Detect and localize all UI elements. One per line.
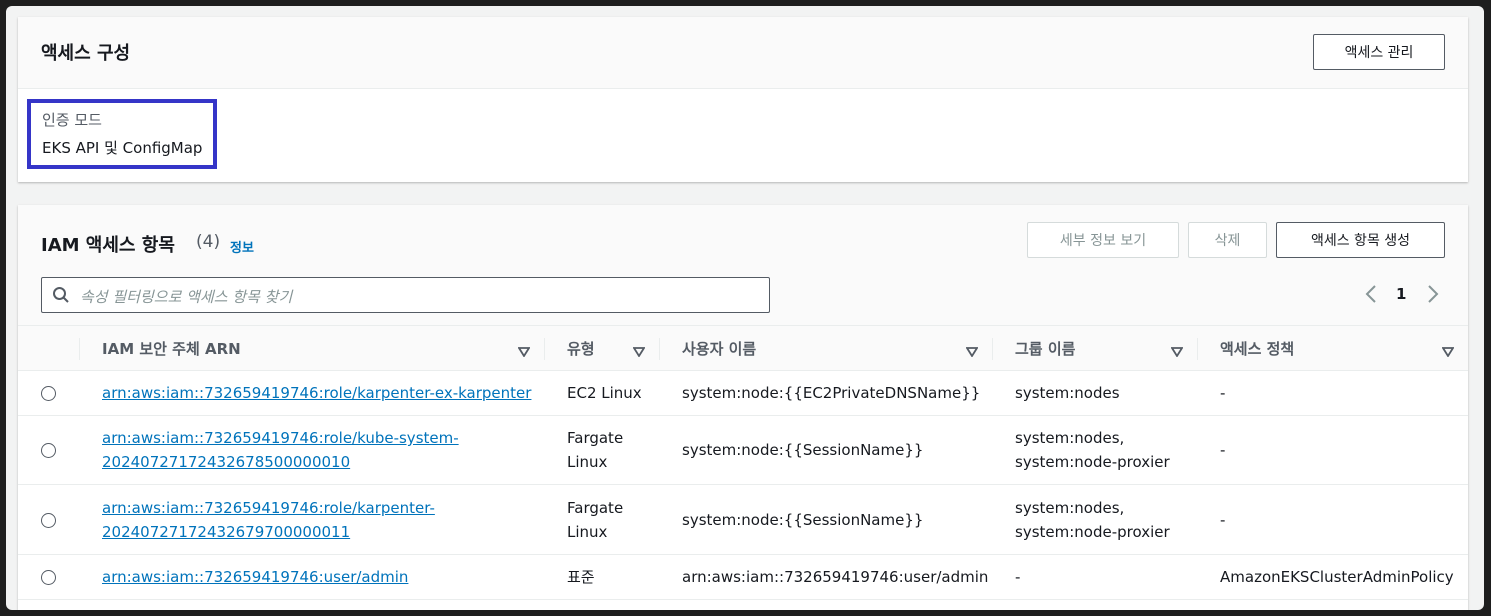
create-access-entry-button[interactable]: 액세스 항목 생성 [1276,222,1445,258]
type-cell: Fargate Linux [544,484,659,555]
type-cell: EC2 Linux [544,370,659,416]
iam-entries-title: IAM 액세스 항목 [41,235,175,256]
group-line1: system:nodes, [1015,498,1125,517]
group-line1: system:nodes, [1015,429,1125,447]
auth-mode-value: EKS API 및 ConfigMap [42,139,203,157]
type-line2: Linux [567,522,608,541]
username-cell: system:node:{{SessionName}} [659,484,992,555]
iam-entries-count: (4) [196,232,221,252]
select-column-header [18,325,79,371]
sort-icon[interactable] [1441,343,1455,361]
column-label: 그룹 이름 [1015,339,1076,358]
type-line1: Fargate [567,429,624,447]
search-icon [52,286,70,308]
policy-cell: - [1197,415,1468,485]
access-config-panel: 액세스 구성 액세스 관리 인증 모드 EKS API 및 ConfigMap [18,17,1468,182]
iam-entries-header: IAM 액세스 항목 (4) 정보 세부 정보 보기 삭제 액세스 항목 생성 … [18,205,1468,325]
type-line2: Linux [567,453,608,471]
sort-icon[interactable] [632,343,646,361]
view-details-button[interactable]: 세부 정보 보기 [1027,222,1179,258]
column-label: 액세스 정책 [1220,339,1295,358]
page-number[interactable]: 1 [1396,285,1406,303]
sort-icon[interactable] [517,343,531,361]
sort-icon[interactable] [965,343,979,361]
type-cell: 표준 [544,554,659,600]
row-radio[interactable] [41,386,56,401]
table-row[interactable]: arn:aws:iam::732659419746:user/admin 표준 … [18,554,1468,600]
arn-cell: arn:aws:iam::732659419746:role/kube-syst… [79,415,544,485]
arn-link-line1: arn:aws:iam::732659419746:role/kube-syst… [102,429,459,447]
group-line2: system:node-proxier [1015,522,1170,541]
app-frame: 액세스 구성 액세스 관리 인증 모드 EKS API 및 ConfigMap … [6,6,1484,610]
arn-link-line2: 20240727172432679700000011 [102,522,351,541]
username-cell: arn:aws:iam::732659419746:user/admin [659,554,992,600]
arn-link[interactable]: arn:aws:iam::732659419746:user/admin [102,568,408,586]
column-label: 유형 [567,339,595,358]
type-line1: Fargate [567,498,624,517]
row-select [18,554,79,600]
row-select [18,370,79,416]
table-row[interactable]: arn:aws:iam::732659419746:role/karpenter… [18,370,1468,416]
group-cell: system:nodes, system:node-proxier [992,415,1197,485]
arn-link[interactable]: arn:aws:iam::732659419746:role/karpenter… [102,384,531,402]
column-header-policy[interactable]: 액세스 정책 [1197,325,1468,371]
delete-button[interactable]: 삭제 [1188,222,1267,258]
table-header-row: IAM 보안 주체 ARN 유형 사용자 이름 그룹 이름 액세스 정책 [18,325,1468,371]
column-header-group[interactable]: 그룹 이름 [992,325,1197,371]
column-label: 사용자 이름 [682,339,757,358]
group-cell: system:nodes [992,370,1197,416]
column-header-username[interactable]: 사용자 이름 [659,325,992,371]
iam-entries-table: IAM 보안 주체 ARN 유형 사용자 이름 그룹 이름 액세스 정책 arn… [18,325,1468,600]
column-header-arn[interactable]: IAM 보안 주체 ARN [79,325,544,371]
arn-cell: arn:aws:iam::732659419746:user/admin [79,554,544,600]
access-config-header: 액세스 구성 액세스 관리 [18,17,1468,89]
username-cell: system:node:{{SessionName}} [659,415,992,485]
auth-mode-label: 인증 모드 [42,111,102,129]
row-radio[interactable] [41,443,56,458]
column-header-type[interactable]: 유형 [544,325,659,371]
next-page-icon[interactable] [1426,284,1440,308]
arn-link[interactable]: arn:aws:iam::732659419746:role/kube-syst… [102,429,459,471]
policy-cell: - [1197,484,1468,555]
arn-cell: arn:aws:iam::732659419746:role/karpenter… [79,370,544,416]
policy-cell: - [1197,370,1468,416]
previous-page-icon[interactable] [1364,284,1378,308]
row-select [18,484,79,555]
iam-access-entries-panel: IAM 액세스 항목 (4) 정보 세부 정보 보기 삭제 액세스 항목 생성 … [18,205,1468,610]
column-label: IAM 보안 주체 ARN [102,339,241,358]
group-cell: - [992,554,1197,600]
search-input[interactable]: 속성 필터링으로 액세스 항목 찾기 [41,277,770,313]
arn-link-line2: 20240727172432678500000010 [102,453,351,471]
arn-cell: arn:aws:iam::732659419746:role/karpenter… [79,484,544,555]
username-cell: system:node:{{EC2PrivateDNSName}} [659,370,992,416]
arn-link[interactable]: arn:aws:iam::732659419746:role/karpenter… [102,499,435,541]
auth-mode-highlight: 인증 모드 EKS API 및 ConfigMap [27,99,217,169]
search-placeholder: 속성 필터링으로 액세스 항목 찾기 [80,288,293,306]
arn-link-line1: arn:aws:iam::732659419746:role/karpenter… [102,498,435,517]
type-cell: Fargate Linux [544,415,659,485]
row-radio[interactable] [41,570,56,585]
access-config-title: 액세스 구성 [41,43,131,64]
table-row[interactable]: arn:aws:iam::732659419746:role/kube-syst… [18,415,1468,485]
sort-icon[interactable] [1170,343,1184,361]
table-row[interactable]: arn:aws:iam::732659419746:role/karpenter… [18,484,1468,555]
policy-cell: AmazonEKSClusterAdminPolicy [1197,554,1468,600]
row-select [18,415,79,485]
info-link[interactable]: 정보 [230,237,254,256]
group-line2: system:node-proxier [1015,453,1170,471]
row-radio[interactable] [41,512,56,528]
group-cell: system:nodes, system:node-proxier [992,484,1197,555]
manage-access-button[interactable]: 액세스 관리 [1313,34,1445,70]
